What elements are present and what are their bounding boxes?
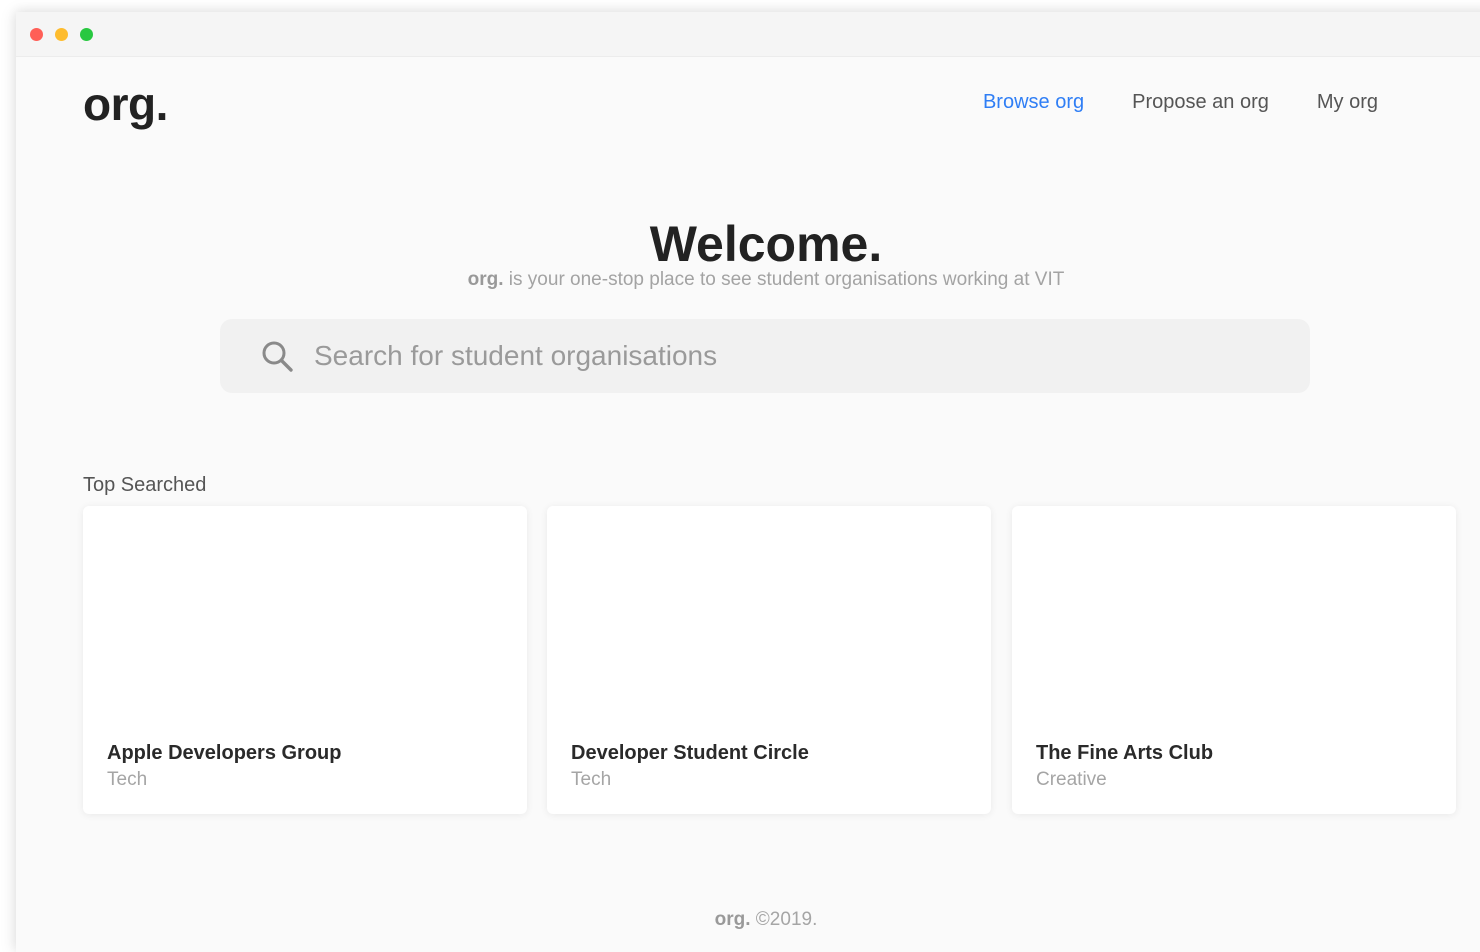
org-card-category: Tech <box>571 769 612 790</box>
maximize-window-button[interactable] <box>80 28 93 41</box>
page-footer: org. ©2019. <box>16 908 1480 932</box>
org-card-fine-arts-club[interactable]: The Fine Arts Club Creative <box>1012 506 1456 814</box>
nav-browse-org[interactable]: Browse org <box>983 88 1084 116</box>
search-bar[interactable] <box>220 319 1310 393</box>
org-card-category: Creative <box>1036 769 1107 790</box>
org-card-developer-student-circle[interactable]: Developer Student Circle Tech <box>547 506 991 814</box>
page-tagline: org. is your one-stop place to see stude… <box>16 267 1480 293</box>
top-searched-label: Top Searched <box>83 474 207 496</box>
org-card-name: The Fine Arts Club <box>1036 742 1214 764</box>
browser-window: org. Browse org Propose an org My org We… <box>16 12 1480 952</box>
nav-propose-org[interactable]: Propose an org <box>1132 88 1269 116</box>
page-title: Welcome. <box>649 216 883 272</box>
window-titlebar <box>16 12 1480 57</box>
close-window-button[interactable] <box>30 28 43 41</box>
org-card-apple-developers-group[interactable]: Apple Developers Group Tech <box>83 506 527 814</box>
search-icon <box>262 341 293 372</box>
main-nav: Browse org Propose an org My org <box>935 88 1378 116</box>
tagline-brand: org. <box>467 269 504 290</box>
org-card-name: Developer Student Circle <box>571 742 809 764</box>
footer-brand: org. <box>714 909 751 930</box>
search-input[interactable] <box>312 339 1216 373</box>
org-card-name: Apple Developers Group <box>107 742 342 764</box>
tagline-text: is your one-stop place to see student or… <box>503 269 1065 290</box>
nav-my-org[interactable]: My org <box>1317 88 1378 116</box>
org-card-category: Tech <box>107 769 148 790</box>
minimize-window-button[interactable] <box>55 28 68 41</box>
site-logo[interactable]: org. <box>83 76 168 132</box>
footer-text: ©2019. <box>750 909 818 930</box>
